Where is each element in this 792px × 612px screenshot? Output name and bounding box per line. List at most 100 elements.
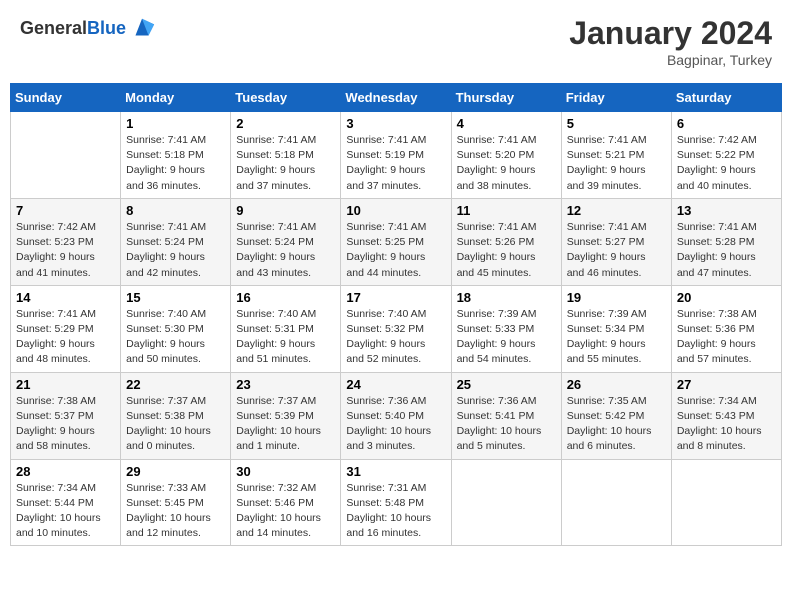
calendar-cell <box>671 459 781 546</box>
day-number: 28 <box>16 464 115 479</box>
day-number: 12 <box>567 203 666 218</box>
calendar-cell: 14 Sunrise: 7:41 AMSunset: 5:29 PMDayligh… <box>11 285 121 372</box>
day-info: Sunrise: 7:41 AMSunset: 5:24 PMDaylight:… <box>126 220 225 281</box>
calendar-table: SundayMondayTuesdayWednesdayThursdayFrid… <box>10 83 782 546</box>
day-info: Sunrise: 7:41 AMSunset: 5:25 PMDaylight:… <box>346 220 445 281</box>
day-info: Sunrise: 7:34 AMSunset: 5:43 PMDaylight:… <box>677 394 776 455</box>
calendar-cell: 17 Sunrise: 7:40 AMSunset: 5:32 PMDayligh… <box>341 285 451 372</box>
calendar-cell: 23 Sunrise: 7:37 AMSunset: 5:39 PMDayligh… <box>231 372 341 459</box>
calendar-cell: 16Sunrise: 7:40 AMSunset: 5:31 PMDayligh… <box>231 285 341 372</box>
day-info: Sunrise: 7:41 AMSunset: 5:27 PMDaylight:… <box>567 220 666 281</box>
calendar-cell: 15Sunrise: 7:40 AMSunset: 5:30 PMDayligh… <box>121 285 231 372</box>
day-info: Sunrise: 7:42 AMSunset: 5:22 PMDaylight:… <box>677 133 776 194</box>
day-info: Sunrise: 7:37 AMSunset: 5:38 PMDaylight:… <box>126 394 225 455</box>
day-info: Sunrise: 7:40 AMSunset: 5:30 PMDaylight:… <box>126 307 225 368</box>
day-number: 26 <box>567 377 666 392</box>
weekday-header: Wednesday <box>341 84 451 112</box>
day-info: Sunrise: 7:37 AMSunset: 5:39 PMDaylight:… <box>236 394 335 455</box>
calendar-cell: 11 Sunrise: 7:41 AMSunset: 5:26 PMDayligh… <box>451 198 561 285</box>
calendar-cell: 29 Sunrise: 7:33 AMSunset: 5:45 PMDayligh… <box>121 459 231 546</box>
calendar-cell: 7 Sunrise: 7:42 AMSunset: 5:23 PMDaylight… <box>11 198 121 285</box>
logo: GeneralBlue <box>20 15 156 43</box>
calendar-cell: 10 Sunrise: 7:41 AMSunset: 5:25 PMDayligh… <box>341 198 451 285</box>
day-number: 25 <box>457 377 556 392</box>
calendar-cell: 4Sunrise: 7:41 AMSunset: 5:20 PMDaylight… <box>451 112 561 199</box>
header: GeneralBlue January 2024 Bagpinar, Turke… <box>10 10 782 73</box>
day-number: 17 <box>346 290 445 305</box>
day-number: 18 <box>457 290 556 305</box>
calendar-cell <box>561 459 671 546</box>
calendar-cell: 3Sunrise: 7:41 AMSunset: 5:19 PMDaylight… <box>341 112 451 199</box>
day-info: Sunrise: 7:39 AMSunset: 5:34 PMDaylight:… <box>567 307 666 368</box>
day-number: 2 <box>236 116 335 131</box>
day-info: Sunrise: 7:41 AMSunset: 5:18 PMDaylight:… <box>236 133 335 194</box>
calendar-week-row: 14 Sunrise: 7:41 AMSunset: 5:29 PMDayligh… <box>11 285 782 372</box>
day-number: 6 <box>677 116 776 131</box>
day-number: 20 <box>677 290 776 305</box>
day-number: 14 <box>16 290 115 305</box>
calendar-cell: 22 Sunrise: 7:37 AMSunset: 5:38 PMDayligh… <box>121 372 231 459</box>
day-info: Sunrise: 7:41 AMSunset: 5:28 PMDaylight:… <box>677 220 776 281</box>
weekday-header: Monday <box>121 84 231 112</box>
day-info: Sunrise: 7:41 AMSunset: 5:24 PMDaylight:… <box>236 220 335 281</box>
logo-icon <box>128 15 156 43</box>
day-info: Sunrise: 7:35 AMSunset: 5:42 PMDaylight:… <box>567 394 666 455</box>
calendar-cell: 18Sunrise: 7:39 AMSunset: 5:33 PMDayligh… <box>451 285 561 372</box>
calendar-week-row: 7 Sunrise: 7:42 AMSunset: 5:23 PMDaylight… <box>11 198 782 285</box>
day-info: Sunrise: 7:32 AMSunset: 5:46 PMDaylight:… <box>236 481 335 542</box>
day-info: Sunrise: 7:38 AMSunset: 5:36 PMDaylight:… <box>677 307 776 368</box>
day-number: 30 <box>236 464 335 479</box>
day-number: 10 <box>346 203 445 218</box>
calendar-cell <box>11 112 121 199</box>
month-title: January 2024 <box>569 15 772 52</box>
day-info: Sunrise: 7:33 AMSunset: 5:45 PMDaylight:… <box>126 481 225 542</box>
calendar-cell: 9Sunrise: 7:41 AMSunset: 5:24 PMDaylight… <box>231 198 341 285</box>
weekday-header: Sunday <box>11 84 121 112</box>
day-number: 5 <box>567 116 666 131</box>
day-info: Sunrise: 7:40 AMSunset: 5:31 PMDaylight:… <box>236 307 335 368</box>
day-number: 23 <box>236 377 335 392</box>
day-number: 8 <box>126 203 225 218</box>
weekday-header: Tuesday <box>231 84 341 112</box>
calendar-cell: 25 Sunrise: 7:36 AMSunset: 5:41 PMDayligh… <box>451 372 561 459</box>
day-info: Sunrise: 7:31 AMSunset: 5:48 PMDaylight:… <box>346 481 445 542</box>
weekday-header: Saturday <box>671 84 781 112</box>
day-number: 3 <box>346 116 445 131</box>
calendar-week-row: 1 Sunrise: 7:41 AMSunset: 5:18 PMDaylight… <box>11 112 782 199</box>
day-info: Sunrise: 7:38 AMSunset: 5:37 PMDaylight:… <box>16 394 115 455</box>
day-number: 21 <box>16 377 115 392</box>
day-info: Sunrise: 7:41 AMSunset: 5:21 PMDaylight:… <box>567 133 666 194</box>
calendar-cell: 19 Sunrise: 7:39 AMSunset: 5:34 PMDayligh… <box>561 285 671 372</box>
day-info: Sunrise: 7:41 AMSunset: 5:26 PMDaylight:… <box>457 220 556 281</box>
day-number: 7 <box>16 203 115 218</box>
day-info: Sunrise: 7:36 AMSunset: 5:41 PMDaylight:… <box>457 394 556 455</box>
calendar-cell: 30 Sunrise: 7:32 AMSunset: 5:46 PMDayligh… <box>231 459 341 546</box>
calendar-cell: 6 Sunrise: 7:42 AMSunset: 5:22 PMDaylight… <box>671 112 781 199</box>
calendar-cell: 28 Sunrise: 7:34 AMSunset: 5:44 PMDayligh… <box>11 459 121 546</box>
day-number: 22 <box>126 377 225 392</box>
calendar-cell: 31Sunrise: 7:31 AMSunset: 5:48 PMDayligh… <box>341 459 451 546</box>
day-info: Sunrise: 7:42 AMSunset: 5:23 PMDaylight:… <box>16 220 115 281</box>
day-number: 29 <box>126 464 225 479</box>
logo-text: GeneralBlue <box>20 19 126 39</box>
calendar-cell: 20 Sunrise: 7:38 AMSunset: 5:36 PMDayligh… <box>671 285 781 372</box>
calendar-cell: 21 Sunrise: 7:38 AMSunset: 5:37 PMDayligh… <box>11 372 121 459</box>
day-info: Sunrise: 7:41 AMSunset: 5:18 PMDaylight:… <box>126 133 225 194</box>
day-number: 11 <box>457 203 556 218</box>
day-info: Sunrise: 7:41 AMSunset: 5:29 PMDaylight:… <box>16 307 115 368</box>
calendar-cell: 12 Sunrise: 7:41 AMSunset: 5:27 PMDayligh… <box>561 198 671 285</box>
day-number: 24 <box>346 377 445 392</box>
calendar-cell: 27 Sunrise: 7:34 AMSunset: 5:43 PMDayligh… <box>671 372 781 459</box>
day-info: Sunrise: 7:41 AMSunset: 5:20 PMDaylight:… <box>457 133 556 194</box>
day-number: 27 <box>677 377 776 392</box>
calendar-cell: 26 Sunrise: 7:35 AMSunset: 5:42 PMDayligh… <box>561 372 671 459</box>
day-info: Sunrise: 7:34 AMSunset: 5:44 PMDaylight:… <box>16 481 115 542</box>
calendar-cell: 2 Sunrise: 7:41 AMSunset: 5:18 PMDaylight… <box>231 112 341 199</box>
calendar-cell: 13Sunrise: 7:41 AMSunset: 5:28 PMDayligh… <box>671 198 781 285</box>
calendar-cell <box>451 459 561 546</box>
day-number: 19 <box>567 290 666 305</box>
calendar-week-row: 28 Sunrise: 7:34 AMSunset: 5:44 PMDayligh… <box>11 459 782 546</box>
day-info: Sunrise: 7:40 AMSunset: 5:32 PMDaylight:… <box>346 307 445 368</box>
day-number: 1 <box>126 116 225 131</box>
weekday-header-row: SundayMondayTuesdayWednesdayThursdayFrid… <box>11 84 782 112</box>
